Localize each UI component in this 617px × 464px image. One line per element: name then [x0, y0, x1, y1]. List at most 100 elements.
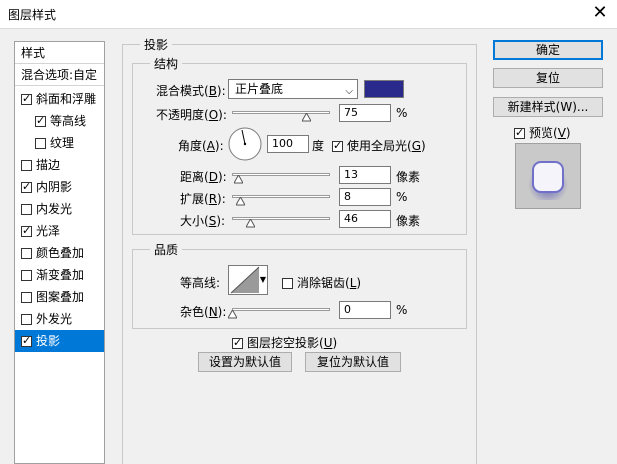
distance-slider-thumb[interactable] — [233, 175, 243, 184]
noise-slider-thumb[interactable] — [228, 310, 237, 319]
global-light-suffix: ) — [421, 139, 426, 153]
contour-label: 等高线: — [180, 276, 221, 290]
opacity-slider-track[interactable] — [232, 111, 330, 114]
sidebar-item-drop-shadow[interactable]: 投影 — [15, 330, 104, 352]
preview-shape-icon — [528, 161, 568, 200]
sidebar-item-outer-glow[interactable]: 外发光 — [15, 308, 104, 330]
noise-label-suffix: ): — [217, 305, 227, 319]
spread-input[interactable]: 8 — [339, 188, 391, 206]
size-label-suffix: ): — [216, 214, 226, 228]
close-icon[interactable]: ✕ — [587, 2, 613, 24]
sidebar-item-bevel-emboss[interactable]: 斜面和浮雕 — [15, 88, 104, 110]
opacity-input[interactable]: 75 — [339, 104, 391, 122]
sidebar-item-contour[interactable]: 等高线 — [15, 110, 104, 132]
knockout-option[interactable]: 图层挖空投影(U) — [232, 334, 337, 351]
opacity-slider-thumb[interactable] — [301, 113, 311, 122]
preview-checkbox[interactable] — [514, 125, 525, 141]
knockout-label: 图层挖空投影( — [247, 336, 324, 350]
sidebar-item-label: 描边 — [36, 158, 61, 172]
angle-label-suffix: ): — [214, 139, 224, 153]
sidebar-item-satin[interactable]: 光泽 — [15, 220, 104, 242]
shadow-color-swatch[interactable] — [364, 80, 404, 98]
noise-input[interactable]: 0 — [339, 301, 391, 319]
structure-group-title: 结构 — [150, 55, 183, 72]
sidebar-item-label: 图案叠加 — [36, 290, 85, 304]
spread-unit: % — [396, 190, 408, 204]
size-label-text: 大小( — [180, 214, 209, 228]
styles-list: 样式 混合选项:自定 斜面和浮雕 等高线 纹理 描边 内阴影 内发光 光泽 颜色… — [14, 41, 105, 464]
sidebar-item-gradient-overlay[interactable]: 渐变叠加 — [15, 264, 104, 286]
antialias-checkbox[interactable] — [282, 278, 293, 289]
blend-mode-select[interactable]: 正片叠底 ⌵ — [228, 79, 358, 99]
texture-checkbox[interactable] — [35, 138, 46, 149]
sidebar-item-label: 投影 — [36, 334, 61, 348]
sidebar-item-pattern-overlay[interactable]: 图案叠加 — [15, 286, 104, 308]
satin-checkbox[interactable] — [21, 223, 32, 239]
sidebar-item-color-overlay[interactable]: 颜色叠加 — [15, 242, 104, 264]
blend-mode-label-text: 混合模式( — [156, 84, 209, 98]
size-unit: 像素 — [396, 214, 421, 228]
noise-hotkey: N — [208, 305, 218, 319]
antialias-suffix: ) — [356, 276, 362, 290]
sidebar-item-inner-glow[interactable]: 内发光 — [15, 198, 104, 220]
title-bar: 图层样式 ✕ — [0, 0, 617, 28]
reset-button[interactable]: 复位 — [493, 68, 603, 88]
sidebar-item-inner-shadow[interactable]: 内阴影 — [15, 176, 104, 198]
blend-mode-value: 正片叠底 — [235, 82, 284, 96]
pattern-overlay-checkbox[interactable] — [21, 292, 32, 303]
bevel-emboss-checkbox[interactable] — [21, 91, 32, 107]
opacity-hotkey: O — [208, 108, 219, 122]
global-light-checkbox[interactable] — [332, 138, 343, 154]
contour-picker[interactable]: ▼ — [228, 265, 268, 295]
global-light-label: 使用全局光( — [347, 139, 412, 153]
drop-shadow-checkbox[interactable] — [21, 333, 32, 349]
spread-slider-thumb[interactable] — [235, 197, 245, 206]
title-divider — [0, 28, 617, 29]
new-style-button[interactable]: 新建样式(W)... — [493, 97, 603, 117]
sidebar-item-label: 渐变叠加 — [36, 268, 85, 282]
opacity-label-text: 不透明度( — [156, 108, 209, 122]
distance-slider-track[interactable] — [232, 173, 330, 176]
knockout-checkbox[interactable] — [232, 335, 243, 351]
noise-slider-track[interactable] — [232, 308, 330, 311]
sidebar-item-stroke[interactable]: 描边 — [15, 154, 104, 176]
sidebar-item-label: 斜面和浮雕 — [36, 92, 97, 106]
blend-mode-hotkey: B — [208, 84, 217, 98]
chevron-down-icon: ⌵ — [345, 86, 353, 97]
angle-input[interactable]: 100 — [267, 135, 309, 153]
opacity-unit: % — [396, 106, 408, 120]
distance-unit: 像素 — [396, 170, 421, 184]
distance-hotkey: D — [208, 170, 218, 184]
blend-options-item[interactable]: 混合选项:自定 — [15, 64, 104, 86]
spread-hotkey: R — [208, 192, 218, 206]
sidebar-item-texture[interactable]: 纹理 — [15, 132, 104, 154]
global-light-option[interactable]: 使用全局光(G) — [332, 137, 426, 154]
opacity-label-suffix: ): — [218, 108, 227, 122]
antialias-option[interactable]: 消除锯齿(L) — [282, 274, 361, 291]
styles-header[interactable]: 样式 — [15, 42, 104, 64]
preview-option[interactable]: 预览(V) — [514, 124, 571, 141]
noise-unit: % — [396, 303, 408, 317]
stroke-checkbox[interactable] — [21, 160, 32, 171]
distance-label: 距离(D): — [180, 168, 227, 185]
ok-button[interactable]: 确定 — [493, 40, 603, 60]
contour-checkbox[interactable] — [35, 113, 46, 129]
drop-shadow-group-title: 投影 — [140, 36, 173, 53]
reset-default-button[interactable]: 复位为默认值 — [305, 352, 401, 372]
set-default-button[interactable]: 设置为默认值 — [198, 352, 292, 372]
angle-dial[interactable] — [228, 127, 262, 161]
distance-input[interactable]: 13 — [339, 166, 391, 184]
distance-label-suffix: ): — [217, 170, 227, 184]
spread-slider-track[interactable] — [232, 195, 330, 198]
gradient-overlay-checkbox[interactable] — [21, 270, 32, 281]
color-overlay-checkbox[interactable] — [21, 248, 32, 259]
inner-glow-checkbox[interactable] — [21, 204, 32, 215]
size-slider-thumb[interactable] — [245, 219, 255, 228]
preview-label: 预览( — [529, 126, 558, 140]
window-title: 图层样式 — [8, 8, 57, 22]
preview-hotkey: V — [557, 126, 566, 140]
size-input[interactable]: 46 — [339, 210, 391, 228]
size-label: 大小(S): — [180, 212, 225, 229]
outer-glow-checkbox[interactable] — [21, 314, 32, 325]
inner-shadow-checkbox[interactable] — [21, 179, 32, 195]
